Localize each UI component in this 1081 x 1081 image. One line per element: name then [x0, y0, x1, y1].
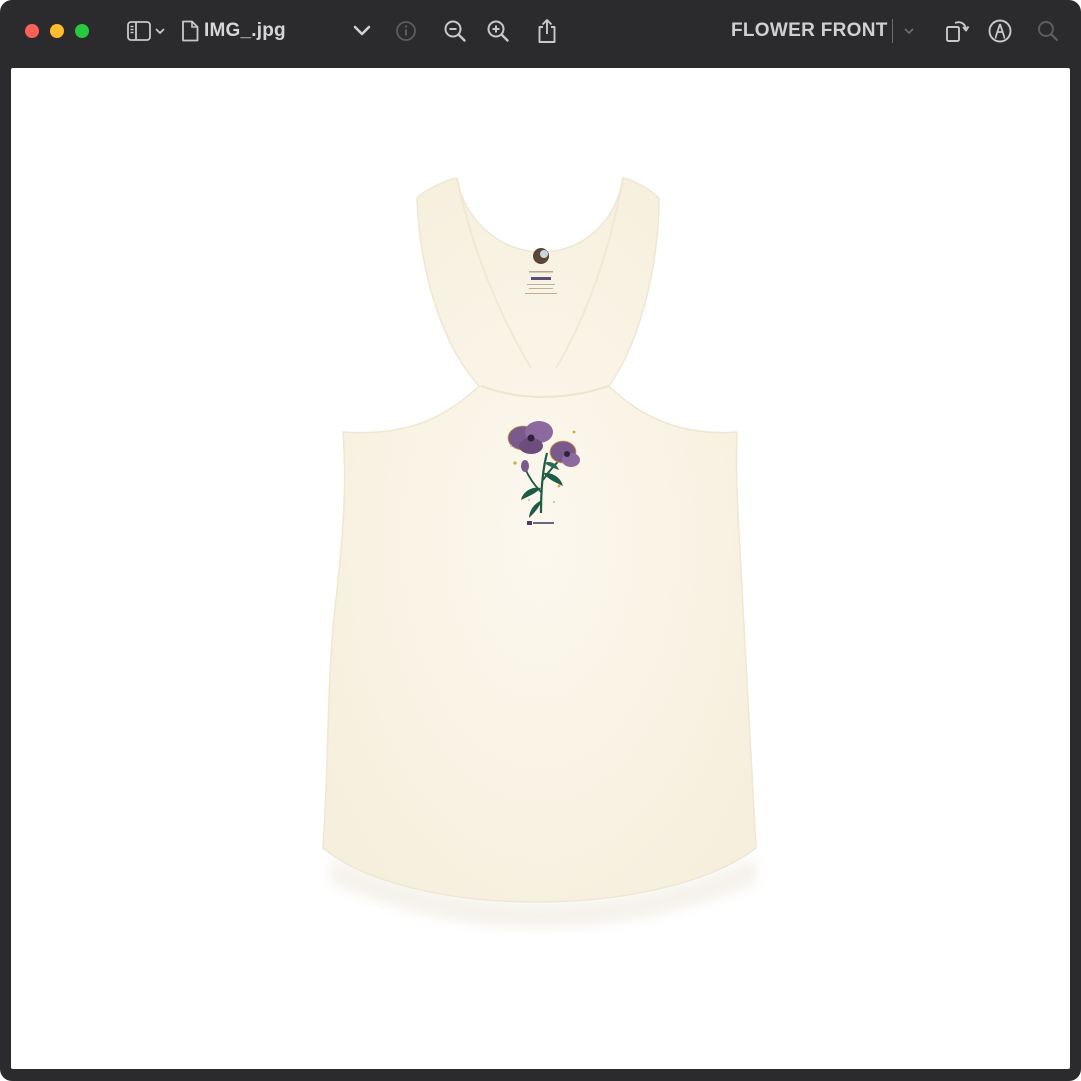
sidebar-toggle-button[interactable] [121, 17, 169, 45]
zoom-window-button[interactable] [75, 24, 89, 38]
preview-window: IMG_.jpg FLOWER FRONT [0, 0, 1081, 1081]
chevron-down-icon [154, 27, 165, 35]
info-icon [395, 20, 417, 42]
minimize-button[interactable] [50, 24, 64, 38]
sidebar-icon [126, 20, 152, 42]
chevron-down-icon [904, 27, 914, 35]
chevron-down-icon [353, 25, 371, 37]
search-button[interactable] [1035, 17, 1061, 45]
markup-stamp-label[interactable]: FLOWER FRONT [731, 17, 888, 45]
close-button[interactable] [25, 24, 39, 38]
zoom-in-button[interactable] [484, 17, 512, 45]
tank-top-image [322, 177, 757, 928]
share-icon [536, 18, 558, 44]
title-menu-button[interactable] [349, 17, 375, 45]
share-button[interactable] [534, 17, 560, 45]
info-button[interactable] [393, 17, 419, 45]
window-title: IMG_.jpg [204, 20, 286, 41]
rotate-button[interactable] [943, 17, 971, 45]
markup-button[interactable] [986, 17, 1014, 45]
rotate-icon [944, 18, 970, 44]
document-icon [179, 17, 201, 45]
image-canvas [11, 68, 1070, 1069]
zoom-out-icon [443, 19, 467, 43]
search-icon [1037, 20, 1059, 42]
zoom-in-icon [486, 19, 510, 43]
toolbar: IMG_.jpg FLOWER FRONT [0, 0, 1081, 62]
stamp-menu-button[interactable] [900, 17, 918, 45]
markup-icon [987, 18, 1013, 44]
zoom-out-button[interactable] [441, 17, 469, 45]
toolbar-divider [892, 19, 893, 43]
